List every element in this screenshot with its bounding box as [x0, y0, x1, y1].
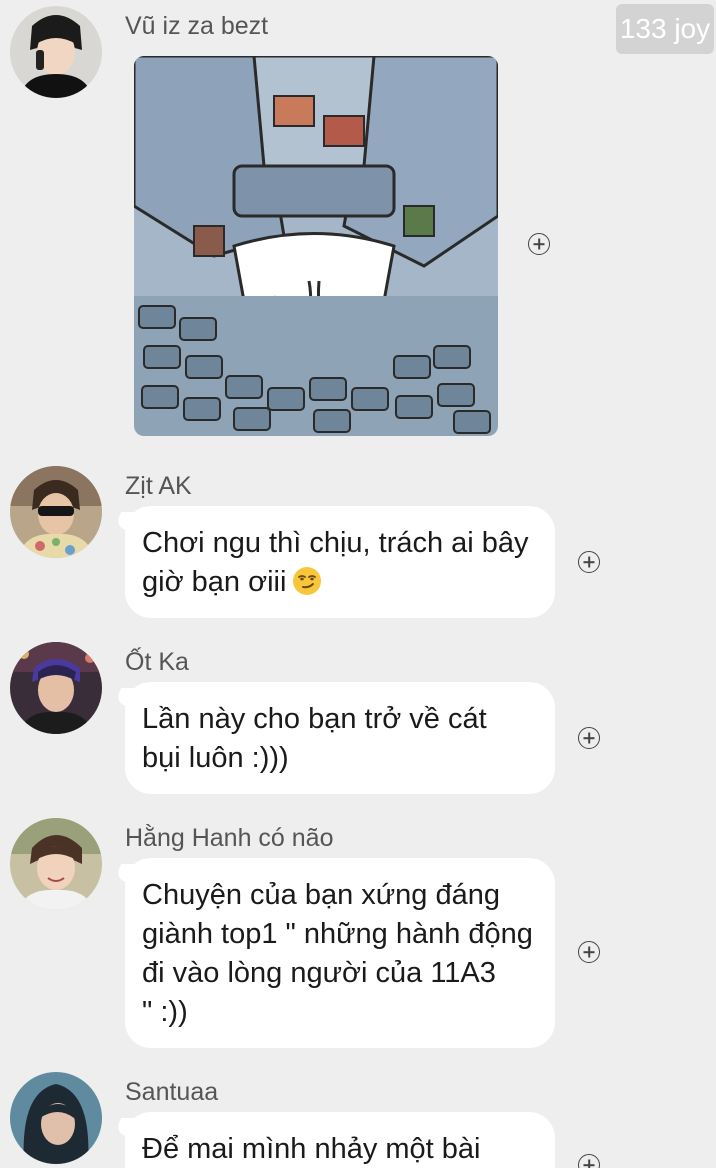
add-reaction-icon[interactable]	[578, 941, 600, 963]
add-reaction-icon[interactable]	[578, 1154, 600, 1168]
chat-conversation: 133 joy Vũ iz za bezt Zịt AK Chơi ngu th…	[0, 0, 716, 1168]
sender-name: Vũ iz za bezt	[125, 12, 269, 40]
add-reaction-icon[interactable]	[578, 727, 600, 749]
message-item: Hằng Hanh có não Chuyện của bạn xứng đán…	[0, 818, 716, 1056]
person-smiling-avatar	[10, 818, 102, 910]
message-item: Santuaa Để mai mình nhảy một bài	[0, 1072, 716, 1168]
message-text: Chuyện của bạn xứng đáng giành top1 " nh…	[142, 879, 533, 1028]
message-text: Lần này cho bạn trở về cát bụi luôn :)))	[142, 703, 487, 774]
message-item: Zịt AK Chơi ngu thì chịu, trách ai bây g…	[0, 466, 716, 626]
person-sunglasses-avatar	[10, 466, 102, 558]
avatar[interactable]	[10, 642, 102, 734]
avatar[interactable]	[10, 6, 102, 98]
person-hood-avatar	[10, 1072, 102, 1164]
sender-name: Zịt AK	[125, 472, 192, 500]
avatar[interactable]	[10, 818, 102, 910]
smirking-face-emoji	[293, 567, 322, 595]
sender-name: Hằng Hanh có não	[125, 824, 334, 852]
message-bubble[interactable]: Lần này cho bạn trở về cát bụi luôn :)))	[125, 682, 555, 794]
message-bubble[interactable]: Để mai mình nhảy một bài	[125, 1112, 555, 1168]
message-text: Chơi ngu thì chịu, trách ai bây giờ bạn …	[142, 527, 529, 598]
message-item: Ốt Ka Lần này cho bạn trở về cát bụi luô…	[0, 642, 716, 802]
avatar[interactable]	[10, 1072, 102, 1164]
add-reaction-icon[interactable]	[578, 551, 600, 573]
message-bubble[interactable]: Chuyện của bạn xứng đáng giành top1 " nh…	[125, 858, 555, 1048]
message-text: Để mai mình nhảy một bài	[142, 1133, 481, 1165]
add-reaction-icon[interactable]	[528, 233, 550, 255]
avatar[interactable]	[10, 466, 102, 558]
sender-name: Santuaa	[125, 1078, 219, 1106]
person-stage-avatar	[10, 642, 102, 734]
message-item: Vũ iz za bezt	[0, 4, 716, 444]
sticker-image[interactable]	[134, 56, 498, 436]
message-bubble[interactable]: Chơi ngu thì chịu, trách ai bây giờ bạn …	[125, 506, 555, 618]
person-phone-avatar	[10, 6, 102, 98]
sender-name: Ốt Ka	[125, 648, 189, 676]
